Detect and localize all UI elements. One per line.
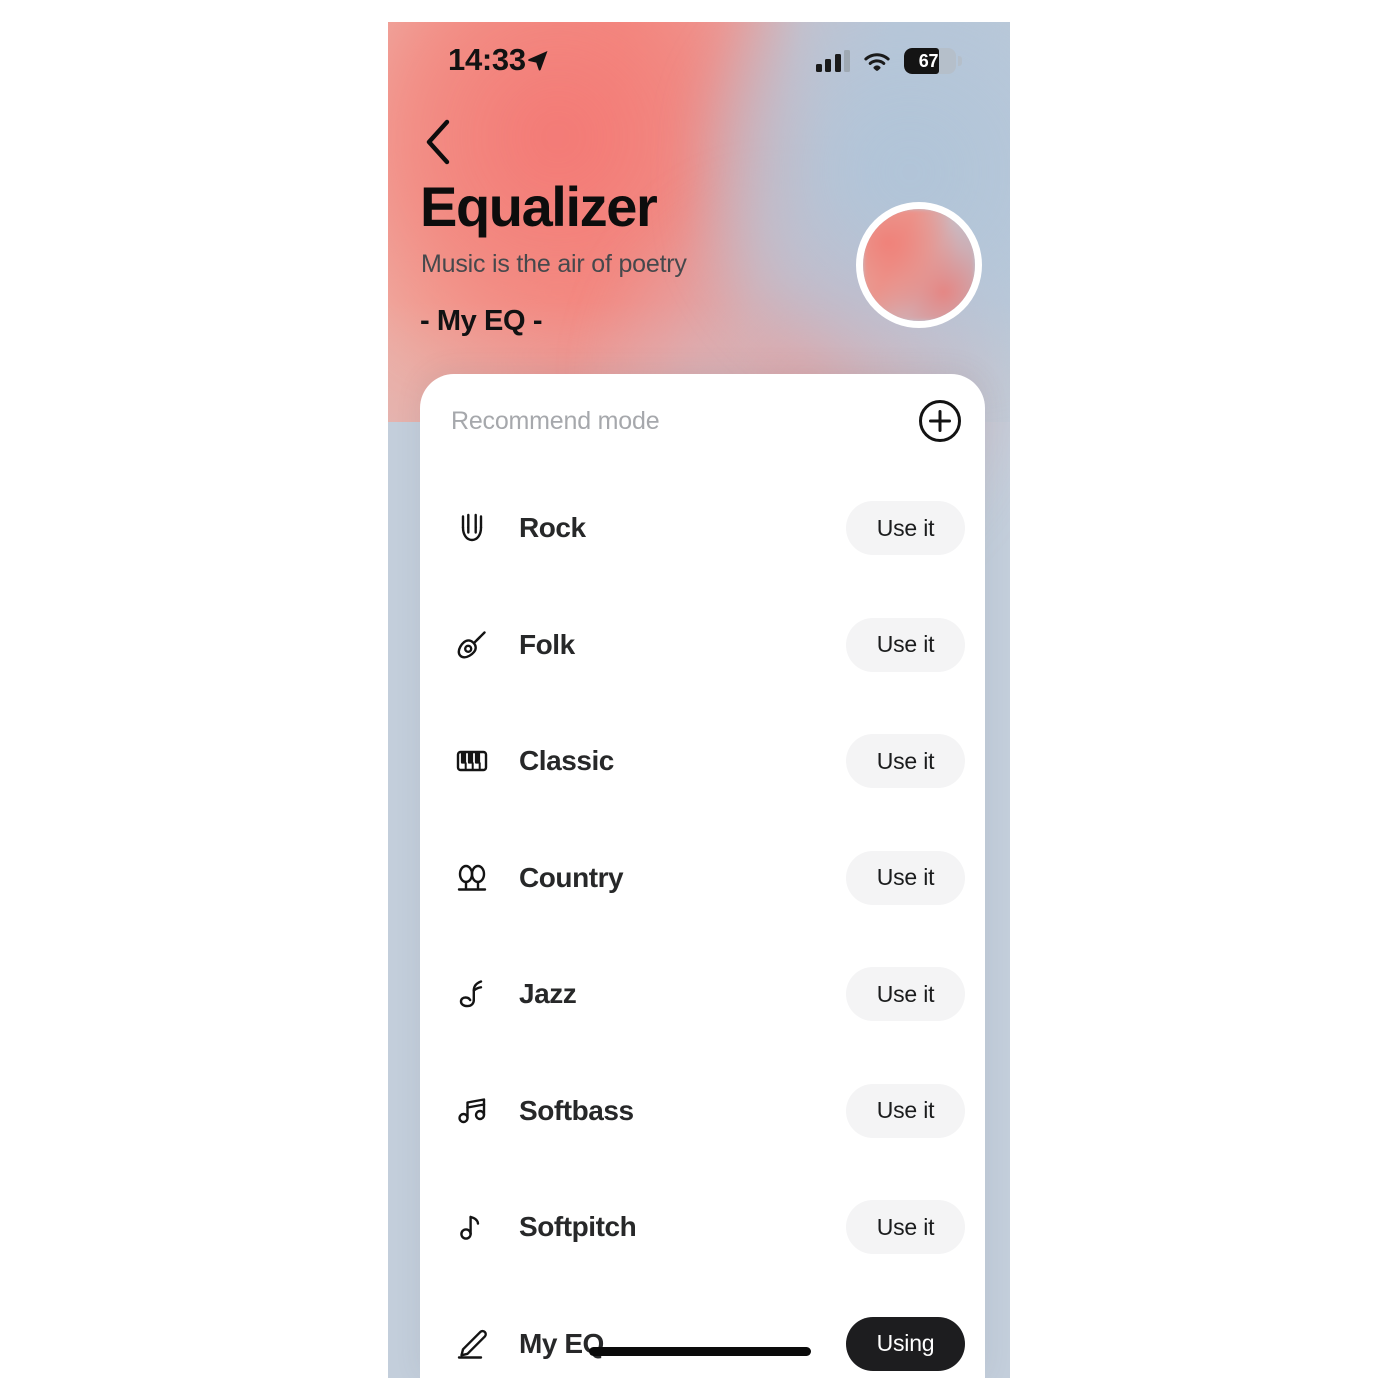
status-bar: 14:33 67 [388,22,1010,100]
pencil-edit-icon [450,1322,494,1366]
battery-percent: 67 [918,50,939,71]
status-time: 14:33 [448,42,526,77]
current-eq-label: - My EQ - [420,305,543,337]
preset-name: Country [519,861,624,893]
back-button[interactable] [410,114,466,170]
rock-hand-icon [450,506,494,550]
chevron-left-icon [426,119,450,165]
use-preset-button[interactable]: Use it [846,617,965,672]
use-preset-button[interactable]: Use it [846,1083,965,1138]
phone-screen: 14:33 67 Equalizer Music is the air of p… [388,22,1010,1378]
battery-cap [958,56,962,66]
double-note-icon [450,1089,494,1133]
section-label: Recommend mode [451,407,660,435]
preset-name: Jazz [519,978,577,1010]
use-preset-button[interactable]: Use it [846,501,965,556]
avatar-gradient [863,209,975,321]
use-preset-button[interactable]: Use it [846,1200,965,1255]
location-arrow-icon [528,51,548,71]
status-indicators: 67 [815,48,962,74]
page-subtitle: Music is the air of poetry [421,250,687,278]
piano-icon [450,739,494,783]
trees-icon [450,856,494,900]
use-preset-button[interactable]: Use it [846,850,965,905]
list-item[interactable]: Jazz Use it [420,936,985,1053]
list-item[interactable]: Rock Use it [420,470,985,587]
cellular-signal-icon [815,50,850,72]
use-preset-button[interactable]: Use it [846,967,965,1022]
preset-name: Folk [519,628,575,660]
battery-body: 67 [904,48,956,74]
card-header: Recommend mode [420,374,985,470]
preset-list: Rock Use it Folk Use it Classic Use it C… [420,470,985,1378]
presets-card: Recommend mode Rock Use it Folk Use it C… [420,374,985,1378]
single-note-icon [450,1205,494,1249]
screenshot-root: 14:33 67 Equalizer Music is the air of p… [0,0,1400,1400]
list-item[interactable]: Softpitch Use it [420,1169,985,1286]
plus-circle-icon [919,400,961,442]
list-item[interactable]: Folk Use it [420,587,985,704]
wifi-icon [864,53,890,71]
preset-name: Softpitch [519,1211,637,1243]
use-preset-button[interactable]: Use it [846,734,965,789]
list-item[interactable]: Country Use it [420,820,985,937]
preset-name: Softbass [519,1094,634,1126]
list-item[interactable]: Softbass Use it [420,1053,985,1170]
page-title: Equalizer [420,175,658,238]
avatar[interactable] [856,202,982,328]
using-preset-button[interactable]: Using [846,1316,965,1371]
list-item[interactable]: My EQ Using [420,1286,985,1379]
add-preset-button[interactable] [917,398,963,444]
guitar-icon [450,623,494,667]
battery-indicator: 67 [904,48,962,74]
preset-name: Rock [519,512,586,544]
home-indicator[interactable] [589,1347,811,1356]
preset-name: Classic [519,745,614,777]
list-item[interactable]: Classic Use it [420,703,985,820]
saxophone-icon [450,972,494,1016]
